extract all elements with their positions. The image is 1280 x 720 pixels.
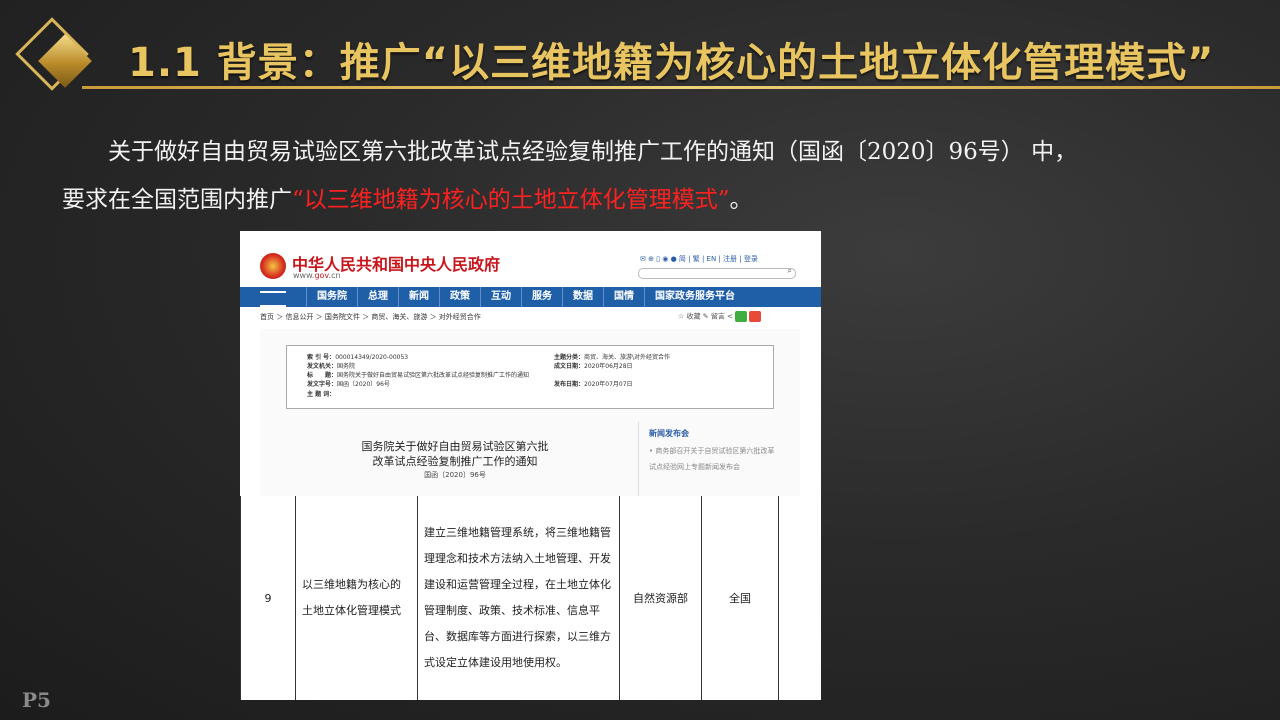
slide-title: 1.1 背景：推广“以三维地籍为核心的土地立体化管理模式” bbox=[128, 40, 1215, 86]
gov-header: 中华人民共和国中央人民政府 www.gov.cn ✉ ⊕ ▯ ◉ ● 简 | 繁… bbox=[240, 231, 821, 286]
search-input[interactable]: ⌕ bbox=[638, 266, 796, 279]
wechat-icon[interactable] bbox=[735, 311, 748, 322]
gov-website-screenshot: 中华人民共和国中央人民政府 www.gov.cn ✉ ⊕ ▯ ◉ ● 简 | 繁… bbox=[240, 231, 821, 700]
meta-title: 标 题：国务院关于做好自由贸易试验区第六批改革试点经验复制推广工作的通知 bbox=[307, 370, 529, 379]
nav-item-data[interactable]: 数据 bbox=[562, 287, 603, 307]
meta-value: 国务院关于做好自由贸易试验区第六批改革试点经验复制推广工作的通知 bbox=[337, 372, 530, 379]
document-title: 国务院关于做好自由贸易试验区第六批 改革试点经验复制推广工作的通知 bbox=[330, 439, 580, 469]
meta-issuer: 发文机关：国务院 bbox=[307, 361, 355, 370]
meta-keywords: 主 题 词： bbox=[307, 389, 335, 398]
meta-value: 国务院 bbox=[337, 363, 356, 370]
home-icon[interactable] bbox=[240, 287, 306, 307]
share-links[interactable]: ☆ 收藏 ✎ 留言 < bbox=[678, 313, 733, 321]
meta-index: 索 引 号：000014349/2020-00053 bbox=[307, 352, 408, 361]
nav-item-national-info[interactable]: 国情 bbox=[603, 287, 644, 307]
meta-label: 发文机关： bbox=[307, 363, 338, 370]
national-emblem-icon bbox=[260, 253, 286, 279]
meta-label: 主 题 词： bbox=[307, 391, 336, 398]
document-title-line2: 改革试点经验复制推广工作的通知 bbox=[372, 455, 538, 468]
document-number: 国函〔2020〕96号 bbox=[424, 471, 486, 479]
meta-label: 发文字号： bbox=[307, 381, 338, 388]
paragraph-prefix: 要求在全国范围内推广 bbox=[62, 187, 292, 213]
title-bar: 1.1 背景：推广“以三维地籍为核心的土地立体化管理模式” bbox=[0, 0, 1280, 100]
paragraph-suffix: 。 bbox=[729, 187, 753, 213]
meta-label: 索 引 号： bbox=[307, 354, 336, 361]
nav-item-state-council[interactable]: 国务院 bbox=[306, 287, 357, 307]
paragraph-line2: 要求在全国范围内推广“以三维地籍为核心的土地立体化管理模式”。 bbox=[62, 176, 1232, 224]
policy-table: 9 以三维地籍为核心的土地立体化管理模式 建立三维地籍管理系统，将三维地籍管理理… bbox=[240, 496, 821, 700]
cell-text: 9 bbox=[264, 591, 272, 605]
url-suffix: .cn bbox=[328, 271, 341, 280]
news-sidebar: 新闻发布会 • 商务部召开关于自贸试验区第六批改革试点经验网上专题新闻发布会 bbox=[638, 422, 791, 502]
meta-published: 发布日期：2020年07月07日 bbox=[554, 379, 633, 388]
weibo-icon[interactable] bbox=[749, 311, 762, 322]
search-icon[interactable]: ⌕ bbox=[788, 266, 792, 276]
document-metadata: 索 引 号：000014349/2020-00053 发文机关：国务院 标 题：… bbox=[286, 345, 774, 409]
table-cell-department: 自然资源部 bbox=[620, 496, 702, 700]
page-number: P5 bbox=[22, 688, 51, 712]
meta-label: 标 题： bbox=[307, 372, 338, 379]
share-bar: ☆ 收藏 ✎ 留言 < bbox=[678, 311, 762, 322]
site-url: www.gov.cn bbox=[293, 271, 341, 280]
nav-item-policy[interactable]: 政策 bbox=[439, 287, 480, 307]
url-prefix: www. bbox=[293, 271, 315, 280]
document-area: 索 引 号：000014349/2020-00053 发文机关：国务院 标 题：… bbox=[260, 329, 800, 504]
url-domain: gov bbox=[314, 271, 329, 280]
meta-label: 发布日期： bbox=[554, 381, 585, 388]
meta-written: 成文日期：2020年06月28日 bbox=[554, 361, 633, 370]
meta-category: 主题分类：商贸、海关、旅游\对外经贸合作 bbox=[554, 352, 670, 361]
news-item[interactable]: • 商务部召开关于自贸试验区第六批改革试点经验网上专题新闻发布会 bbox=[649, 443, 777, 475]
nav-item-premier[interactable]: 总理 bbox=[357, 287, 398, 307]
meta-value: 国函〔2020〕96号 bbox=[337, 381, 390, 388]
table-cell-no: 9 bbox=[240, 496, 296, 700]
cell-text: 自然资源部 bbox=[633, 592, 688, 605]
nav-item-interact[interactable]: 互动 bbox=[480, 287, 521, 307]
nav-item-service[interactable]: 服务 bbox=[521, 287, 562, 307]
paragraph-line1: 关于做好自由贸易试验区第六批改革试点经验复制推广工作的通知（国函〔2020〕96… bbox=[108, 139, 1078, 165]
nav-item-news[interactable]: 新闻 bbox=[398, 287, 439, 307]
intro-paragraph: 关于做好自由贸易试验区第六批改革试点经验复制推广工作的通知（国函〔2020〕96… bbox=[62, 128, 1232, 224]
cell-text: 以三维地籍为核心的土地立体化管理模式 bbox=[302, 578, 401, 617]
meta-label: 主题分类： bbox=[554, 354, 585, 361]
highlight-text: “以三维地籍为核心的土地立体化管理模式” bbox=[292, 187, 730, 213]
cell-text: 建立三维地籍管理系统，将三维地籍管理理念和技术方法纳入土地管理、开发建设和运营管… bbox=[424, 526, 611, 669]
top-links[interactable]: ✉ ⊕ ▯ ◉ ● 简 | 繁 | EN | 注册 | 登录 bbox=[640, 254, 758, 264]
document-title-line1: 国务院关于做好自由贸易试验区第六批 bbox=[361, 440, 549, 453]
breadcrumb[interactable]: 首页 ＞ 信息公开 ＞ 国务院文件 ＞ 商贸、海关、旅游 ＞ 对外经贸合作 bbox=[260, 312, 481, 322]
table-cell-name: 以三维地籍为核心的土地立体化管理模式 bbox=[296, 496, 418, 700]
nav-item-service-platform[interactable]: 国家政务服务平台 bbox=[644, 287, 745, 307]
meta-value: 2020年06月28日 bbox=[584, 363, 633, 370]
meta-value: 2020年07月07日 bbox=[584, 381, 633, 388]
meta-label: 成文日期： bbox=[554, 363, 585, 370]
title-underline bbox=[82, 86, 1280, 89]
meta-docno: 发文字号：国函〔2020〕96号 bbox=[307, 379, 390, 388]
table-cell-content: 建立三维地籍管理系统，将三维地籍管理理念和技术方法纳入土地管理、开发建设和运营管… bbox=[418, 496, 620, 700]
news-title[interactable]: 新闻发布会 bbox=[649, 428, 791, 439]
table-cell-scope: 全国 bbox=[702, 496, 779, 700]
meta-value: 000014349/2020-00053 bbox=[335, 354, 409, 361]
meta-value: 商贸、海关、旅游\对外经贸合作 bbox=[584, 354, 671, 361]
main-nav: 国务院 总理 新闻 政策 互动 服务 数据 国情 国家政务服务平台 bbox=[240, 287, 821, 307]
cell-text: 全国 bbox=[729, 592, 751, 605]
